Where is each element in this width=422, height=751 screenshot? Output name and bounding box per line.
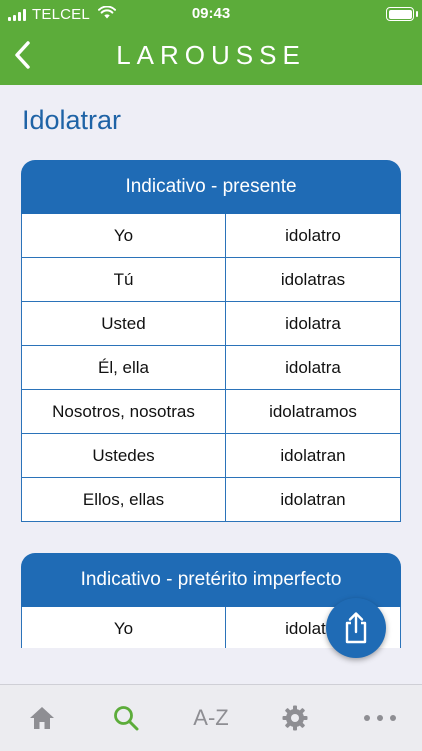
battery-icon: [386, 7, 418, 21]
table-row: Nosotros, nosotras idolatramos: [21, 390, 401, 434]
form-cell: idolatra: [226, 302, 401, 345]
tab-settings[interactable]: [260, 685, 330, 751]
table-heading: Indicativo - pretérito imperfecto: [21, 553, 401, 607]
table-row: Tú idolatras: [21, 258, 401, 302]
page-title: Idolatrar: [22, 105, 122, 135]
conjugation-table-presente: Indicativo - presente Yo idolatro Tú ido…: [21, 160, 401, 522]
tab-home[interactable]: [7, 685, 77, 751]
pronoun-cell: Usted: [21, 302, 226, 345]
pronoun-cell: Ellos, ellas: [21, 478, 226, 521]
pronoun-cell: Nosotros, nosotras: [21, 390, 226, 433]
table-heading: Indicativo - presente: [21, 160, 401, 214]
gear-icon: [282, 705, 308, 731]
form-cell: idolatras: [226, 258, 401, 301]
tab-search[interactable]: [91, 685, 161, 751]
form-cell: idolatran: [226, 434, 401, 477]
app-header: TELCEL 09:43 LAROUSSE: [0, 0, 422, 85]
pronoun-cell: Tú: [21, 258, 226, 301]
search-icon: [114, 706, 139, 731]
home-icon: [30, 707, 54, 729]
pronoun-cell: Yo: [21, 607, 226, 648]
pronoun-cell: Él, ella: [21, 346, 226, 389]
pronoun-cell: Yo: [21, 214, 226, 257]
form-cell: idolatra: [226, 346, 401, 389]
share-button[interactable]: [326, 598, 386, 658]
brand-title: LAROUSSE: [116, 40, 306, 70]
table-row: Él, ella idolatra: [21, 346, 401, 390]
table-row: Yo idolatro: [21, 214, 401, 258]
pronoun-cell: Ustedes: [21, 434, 226, 477]
tab-more[interactable]: [345, 685, 415, 751]
more-dots-icon: [364, 715, 396, 721]
share-icon: [345, 612, 367, 644]
table-row: Ustedes idolatran: [21, 434, 401, 478]
table-row: Usted idolatra: [21, 302, 401, 346]
form-cell: idolatro: [226, 214, 401, 257]
form-cell: idolatran: [226, 478, 401, 521]
tab-bar: A-Z: [0, 684, 422, 751]
form-cell: idolatramos: [226, 390, 401, 433]
table-row: Ellos, ellas idolatran: [21, 478, 401, 522]
status-time: 09:43: [191, 5, 231, 22]
tab-az[interactable]: A-Z: [176, 685, 246, 751]
status-bar: TELCEL 09:43: [0, 0, 422, 28]
